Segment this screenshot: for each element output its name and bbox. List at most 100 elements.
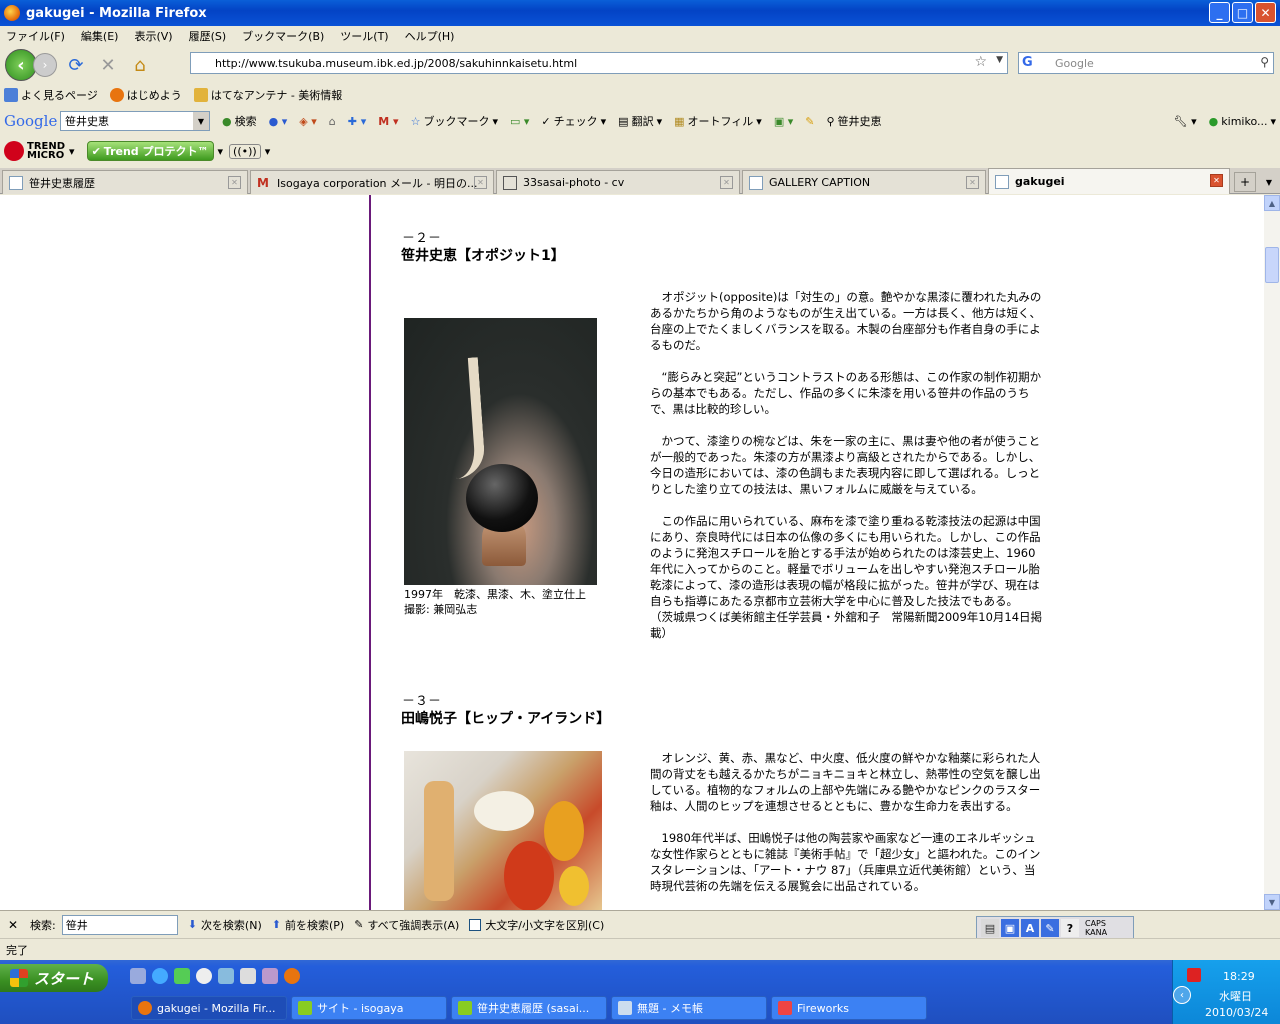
tab-close-icon[interactable]: ✕: [720, 176, 733, 189]
menu-history[interactable]: 履歴(S): [189, 28, 227, 44]
page-content: －２－ 笹井史恵【オポジット1】 1997年 乾漆、黒漆、木、塗立仕上 撮影: …: [0, 195, 1264, 910]
ime-mode-icon[interactable]: ▤: [981, 919, 999, 937]
reload-icon[interactable]: ⟳: [63, 52, 89, 78]
google-bookmarks-button[interactable]: ☆ ブックマーク ▾: [411, 113, 498, 129]
google-home-icon[interactable]: ⌂: [329, 115, 336, 128]
desktop-icon[interactable]: [130, 968, 146, 984]
app-icon[interactable]: [218, 968, 234, 984]
google-sidewiki-icon[interactable]: ▭ ▾: [510, 115, 529, 128]
app-icon[interactable]: [240, 968, 256, 984]
close-button[interactable]: ✕: [1255, 2, 1276, 23]
tab-gallery-caption[interactable]: GALLERY CAPTION ✕: [742, 170, 986, 194]
show-hidden-icons-button[interactable]: ‹: [1173, 986, 1191, 1004]
taskbar-button-fireworks[interactable]: Fireworks: [771, 996, 927, 1020]
google-toolbar-search-input[interactable]: 笹井史恵 ▼: [60, 111, 210, 131]
ie-icon[interactable]: [152, 968, 168, 984]
forward-button[interactable]: ›: [33, 53, 57, 77]
bookmark-getting-started[interactable]: はじめよう: [109, 87, 182, 103]
menu-tools[interactable]: ツール(T): [340, 28, 388, 44]
chevron-down-icon[interactable]: ▾: [218, 145, 224, 158]
tab-close-icon[interactable]: ✕: [1210, 174, 1223, 187]
vertical-scrollbar[interactable]: ▲ ▼: [1264, 195, 1280, 910]
url-dropdown-icon[interactable]: ▼: [996, 55, 1003, 65]
tab-gakugei[interactable]: gakugei ✕: [988, 168, 1230, 194]
ime-help-icon[interactable]: ?: [1061, 919, 1079, 937]
find-previous-button[interactable]: ⬆ 前を検索(P): [272, 917, 344, 933]
highlight-all-button[interactable]: ✎ すべて強調表示(A): [354, 917, 459, 933]
bookmark-hatena-antenna[interactable]: はてなアンテナ - 美術情報: [193, 87, 342, 103]
google-account-button[interactable]: ● kimiko... ▾: [1209, 115, 1276, 128]
tab-close-icon[interactable]: ✕: [228, 176, 241, 189]
wrench-icon[interactable]: 🔧︎ ▾: [1174, 115, 1197, 128]
section-2-text: オポジット(opposite)は「対生の」の意。艶やかな黒漆に覆われた丸みのある…: [650, 289, 1046, 657]
taskbar-button-sasai[interactable]: 笹井史恵履歴 (sasai...: [451, 996, 607, 1020]
bookmarks-toolbar: よく見るページ はじめよう はてなアンテナ - 美術情報: [0, 84, 1280, 106]
ime-input-icon[interactable]: ▣: [1001, 919, 1019, 937]
media-player-icon[interactable]: [196, 968, 212, 984]
bookmark-star-icon[interactable]: ☆: [974, 54, 987, 70]
google-pagerank-icon[interactable]: ● ▾: [269, 115, 288, 128]
bookmark-most-visited[interactable]: よく見るページ: [4, 87, 98, 103]
gmail-icon[interactable]: M ▾: [378, 115, 398, 128]
app-icon[interactable]: [262, 968, 278, 984]
scrollbar-thumb[interactable]: [1265, 247, 1279, 283]
google-search-button[interactable]: ● 検索: [222, 113, 257, 129]
tab-close-icon[interactable]: ✕: [966, 176, 979, 189]
google-translate-button[interactable]: ▤ 翻訳 ▾: [618, 113, 662, 129]
stop-icon[interactable]: ✕: [95, 52, 121, 78]
ime-language-bar[interactable]: ▤ ▣ A ✎ ? CAPS KANA: [976, 916, 1134, 940]
google-plus-icon[interactable]: ✚ ▾: [348, 115, 367, 128]
google-search-engine-icon[interactable]: G: [1022, 55, 1038, 71]
tab-close-icon[interactable]: ✕: [474, 176, 487, 189]
menu-view[interactable]: 表示(V): [134, 28, 172, 44]
taskbar-button-firefox[interactable]: gakugei - Mozilla Fir...: [131, 996, 287, 1020]
menu-edit[interactable]: 編集(E): [81, 28, 119, 44]
taskbar-button-isogaya[interactable]: サイト - isogaya: [291, 996, 447, 1020]
menu-file[interactable]: ファイル(F): [6, 28, 65, 44]
scroll-up-arrow-icon[interactable]: ▲: [1264, 195, 1280, 211]
google-popup-icon[interactable]: ◈ ▾: [299, 115, 316, 128]
tab-isogaya-mail[interactable]: M Isogaya corporation メール - 明日の... ✕: [250, 170, 494, 194]
chevron-down-icon[interactable]: ▼: [193, 112, 209, 130]
minimize-button[interactable]: _: [1209, 2, 1230, 23]
chevron-down-icon[interactable]: ▾: [69, 145, 75, 158]
menu-help[interactable]: ヘルプ(H): [405, 28, 455, 44]
menu-bookmarks[interactable]: ブックマーク(B): [242, 28, 324, 44]
tab-sasai-photo[interactable]: 33sasai-photo - cv ✕: [496, 170, 740, 194]
google-find-term-button[interactable]: ⚲ 笹井史恵: [826, 113, 881, 129]
google-autofill-button[interactable]: ▦ オートフィル ▾: [674, 113, 762, 129]
home-icon[interactable]: ⌂: [127, 52, 153, 78]
find-close-icon[interactable]: ✕: [8, 918, 22, 932]
new-tab-button[interactable]: +: [1234, 172, 1256, 192]
wifi-icon[interactable]: ((•)): [229, 143, 261, 159]
taskbar-button-notepad[interactable]: 無題 - メモ帳: [611, 996, 767, 1020]
dreamweaver-icon: [458, 1001, 472, 1015]
url-bar[interactable]: http://www.tsukuba.museum.ibk.ed.jp/2008…: [190, 52, 1008, 74]
find-input[interactable]: 笹井: [61, 914, 178, 935]
ime-a-icon[interactable]: A: [1021, 919, 1039, 937]
spellcheck-icon: ✓: [541, 114, 551, 128]
clock-time[interactable]: 18:29: [1223, 970, 1255, 983]
start-button[interactable]: スタート: [0, 964, 108, 992]
find-next-button[interactable]: ⬇ 次を検索(N): [188, 917, 262, 933]
tab-list-button[interactable]: ▼: [1260, 172, 1278, 192]
ime-tool-icon[interactable]: ✎: [1041, 919, 1059, 937]
clock-date: 2010/03/24: [1205, 1006, 1269, 1019]
google-spellcheck-button[interactable]: ✓ チェック ▾: [541, 113, 606, 129]
match-case-checkbox[interactable]: 大文字/小文字を区別(C): [469, 917, 604, 933]
arrow-up-icon: ⬆: [271, 918, 281, 931]
google-highlight-icon[interactable]: ✎: [805, 115, 814, 128]
maximize-button[interactable]: □: [1232, 2, 1253, 23]
messenger-icon[interactable]: [174, 968, 190, 984]
tray-alert-icon[interactable]: [1187, 968, 1201, 982]
tab-sasai-history[interactable]: 笹井史恵履歴 ✕: [2, 170, 248, 194]
scroll-down-arrow-icon[interactable]: ▼: [1264, 894, 1280, 910]
google-logo[interactable]: Google: [4, 112, 57, 130]
chevron-down-icon[interactable]: ▾: [265, 145, 271, 158]
trend-protect-button[interactable]: ✔ Trend プロテクト™: [86, 141, 214, 161]
trend-micro-logo[interactable]: TREND MICRO: [4, 141, 65, 161]
firefox-icon[interactable]: [284, 968, 300, 984]
search-box[interactable]: G Google ⚲: [1018, 52, 1274, 74]
google-send-icon[interactable]: ▣ ▾: [774, 115, 793, 128]
magnifier-icon[interactable]: ⚲: [1260, 55, 1269, 69]
